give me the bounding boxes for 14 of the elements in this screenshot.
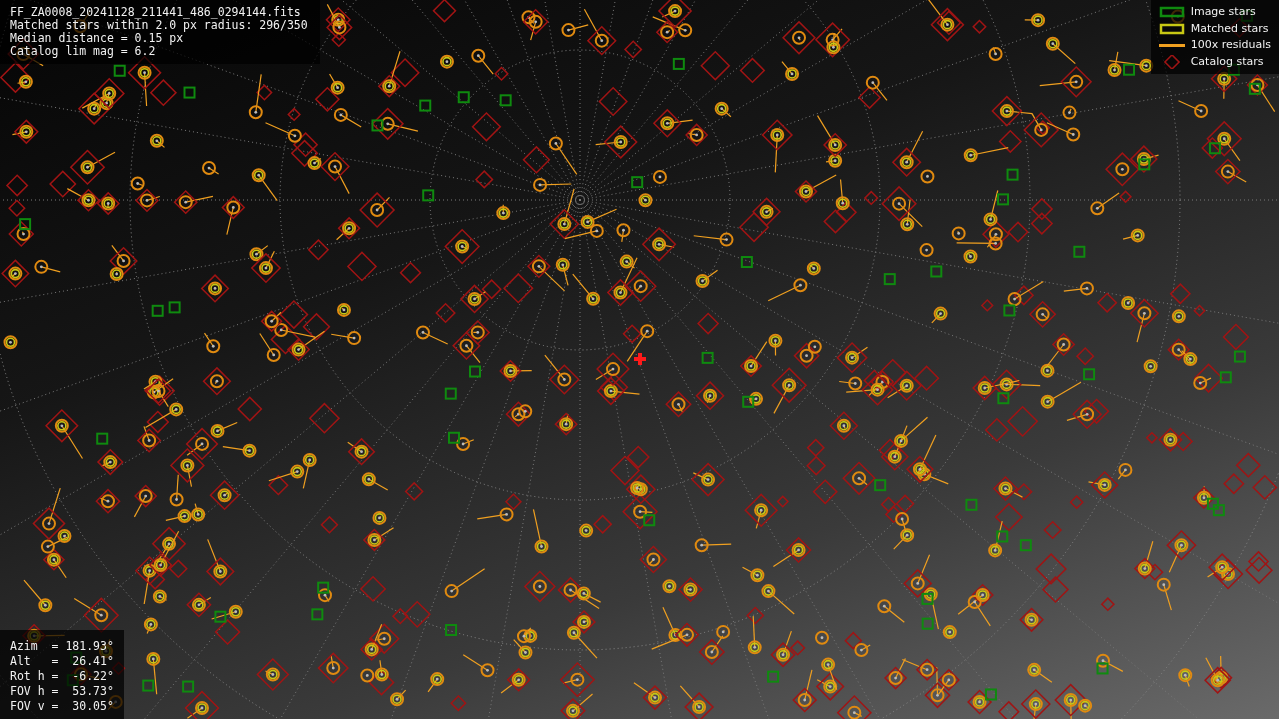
info-text: Catalog lim mag = 6.2 bbox=[10, 45, 157, 58]
pointing-text: Azim = 181.93° bbox=[10, 639, 115, 654]
center-cross-icon bbox=[634, 353, 646, 365]
info-text: Median distance = 0.15 px bbox=[10, 32, 184, 45]
pointing-text: FOV v = 30.05° bbox=[10, 699, 115, 714]
legend-label: Matched stars bbox=[1190, 20, 1269, 37]
info-text: FF_ZA0008_20241128_211441_486_0294144.fits bbox=[10, 6, 302, 19]
info-text: Matched stars within 2.0 px radius: 296/350 bbox=[10, 19, 309, 32]
pointing-text: FOV h = 53.73° bbox=[10, 684, 115, 699]
legend-label: 100x residuals bbox=[1190, 37, 1271, 53]
pointing-text: Rot h = -6.22° bbox=[10, 669, 115, 684]
legend-label: Image stars bbox=[1190, 4, 1256, 20]
legend-label: Catalog stars bbox=[1190, 53, 1264, 70]
pointing-text: Alt = 26.41° bbox=[10, 654, 115, 669]
